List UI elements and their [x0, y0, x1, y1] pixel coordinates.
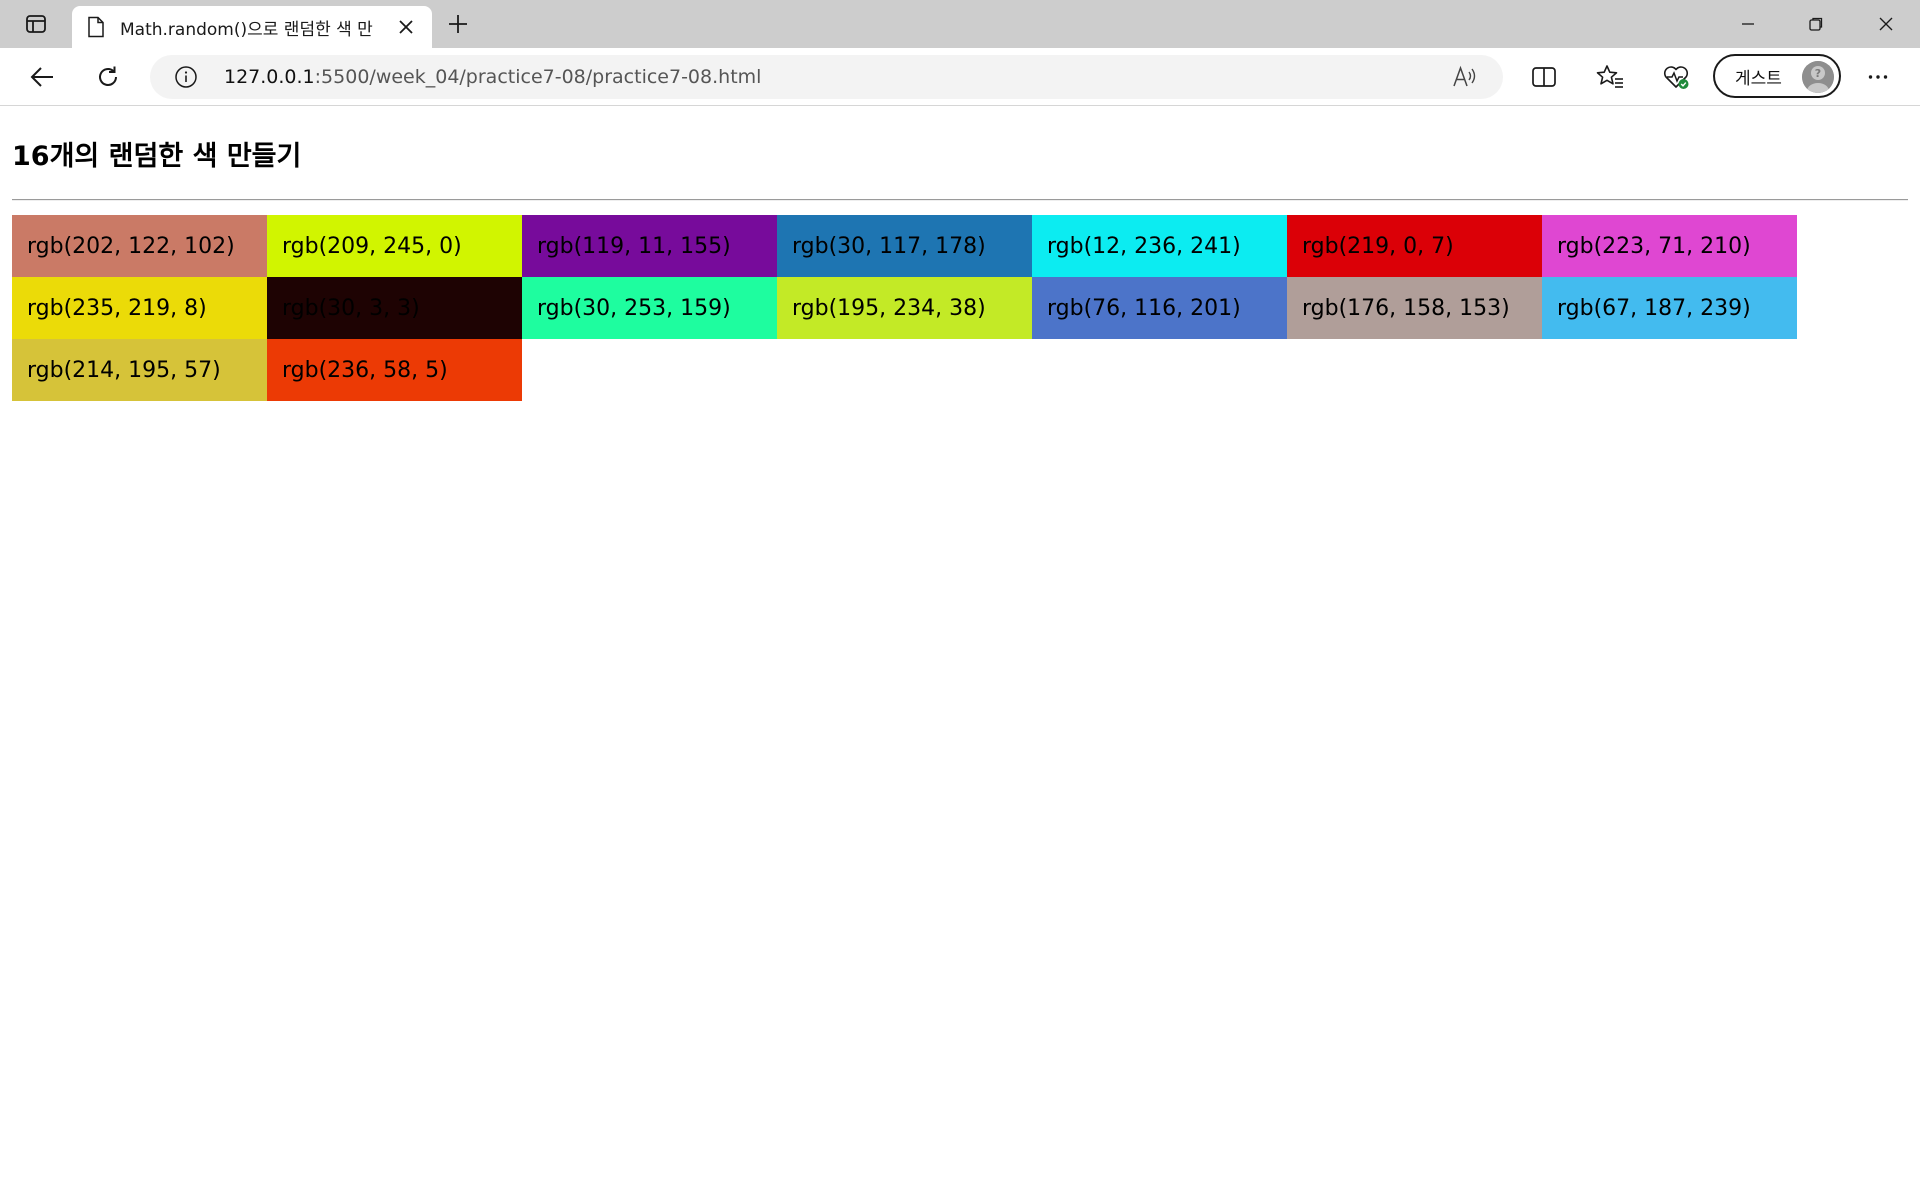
split-screen-icon [1532, 67, 1556, 87]
color-swatch: rgb(30, 3, 3) [267, 277, 522, 339]
color-swatch: rgb(12, 236, 241) [1032, 215, 1287, 277]
favorites-button[interactable] [1590, 57, 1630, 97]
browser-titlebar: Math.random()으로 랜덤한 색 만 [0, 0, 1920, 48]
plus-icon [449, 15, 467, 33]
color-swatch: rgb(235, 219, 8) [12, 277, 267, 339]
tab-actions-icon [26, 15, 46, 33]
more-icon [1868, 75, 1888, 79]
close-icon [399, 20, 413, 34]
profile-label: 게스트 [1735, 68, 1782, 89]
minimize-button[interactable] [1714, 0, 1782, 48]
browser-tab-active[interactable]: Math.random()으로 랜덤한 색 만 [72, 6, 432, 48]
color-swatch: rgb(76, 116, 201) [1032, 277, 1287, 339]
window-close-icon [1879, 17, 1893, 31]
read-aloud-icon[interactable] [1452, 65, 1478, 89]
new-tab-button[interactable] [440, 8, 476, 40]
minimize-icon [1742, 23, 1754, 25]
tab-title: Math.random()으로 랜덤한 색 만 [120, 19, 373, 40]
refresh-button[interactable] [88, 57, 128, 97]
color-swatch: rgb(202, 122, 102) [12, 215, 267, 277]
refresh-icon [99, 66, 117, 86]
browser-essentials-icon [1663, 66, 1689, 89]
color-swatch-grid: rgb(202, 122, 102) rgb(209, 245, 0) rgb(11… [12, 215, 1797, 401]
back-arrow-icon [30, 67, 53, 87]
color-swatch: rgb(209, 245, 0) [267, 215, 522, 277]
browser-essentials-button[interactable] [1656, 57, 1696, 97]
split-screen-button[interactable] [1524, 57, 1564, 97]
color-swatch: rgb(30, 253, 159) [522, 277, 777, 339]
color-swatch: rgb(223, 71, 210) [1542, 215, 1797, 277]
url-host: 127.0.0.1 [224, 66, 315, 88]
color-swatch: rgb(67, 187, 239) [1542, 277, 1797, 339]
page-title: 16개의 랜덤한 색 만들기 [12, 141, 302, 172]
horizontal-rule [12, 199, 1908, 201]
browser-toolbar: 127.0.0.1:5500/week_04/practice7-08/prac… [0, 48, 1920, 106]
color-swatch: rgb(195, 234, 38) [777, 277, 1032, 339]
url-path: :5500/week_04/practice7-08/practice7-08.… [314, 66, 762, 88]
color-swatch: rgb(176, 158, 153) [1287, 277, 1542, 339]
color-swatch: rgb(119, 11, 155) [522, 215, 777, 277]
address-bar[interactable]: 127.0.0.1:5500/week_04/practice7-08/prac… [150, 55, 1503, 99]
restore-icon [1809, 17, 1823, 31]
profile-button[interactable]: 게스트 ? [1713, 54, 1841, 98]
document-icon [88, 16, 104, 38]
color-swatch: rgb(30, 117, 178) [777, 215, 1032, 277]
favorites-icon [1596, 65, 1623, 88]
more-button[interactable] [1858, 57, 1898, 97]
tab-close-button[interactable] [394, 15, 418, 39]
color-swatch: rgb(236, 58, 5) [267, 339, 522, 401]
color-swatch: rgb(219, 0, 7) [1287, 215, 1542, 277]
back-button[interactable] [22, 57, 62, 97]
restore-button[interactable] [1782, 0, 1850, 48]
svg-text:?: ? [1815, 67, 1821, 80]
tab-actions-button[interactable] [16, 8, 56, 40]
url-text[interactable]: 127.0.0.1:5500/week_04/practice7-08/prac… [224, 66, 761, 88]
info-icon[interactable] [174, 65, 198, 89]
window-close-button[interactable] [1852, 0, 1920, 48]
avatar-icon: ? [1802, 61, 1834, 93]
color-swatch: rgb(214, 195, 57) [12, 339, 267, 401]
